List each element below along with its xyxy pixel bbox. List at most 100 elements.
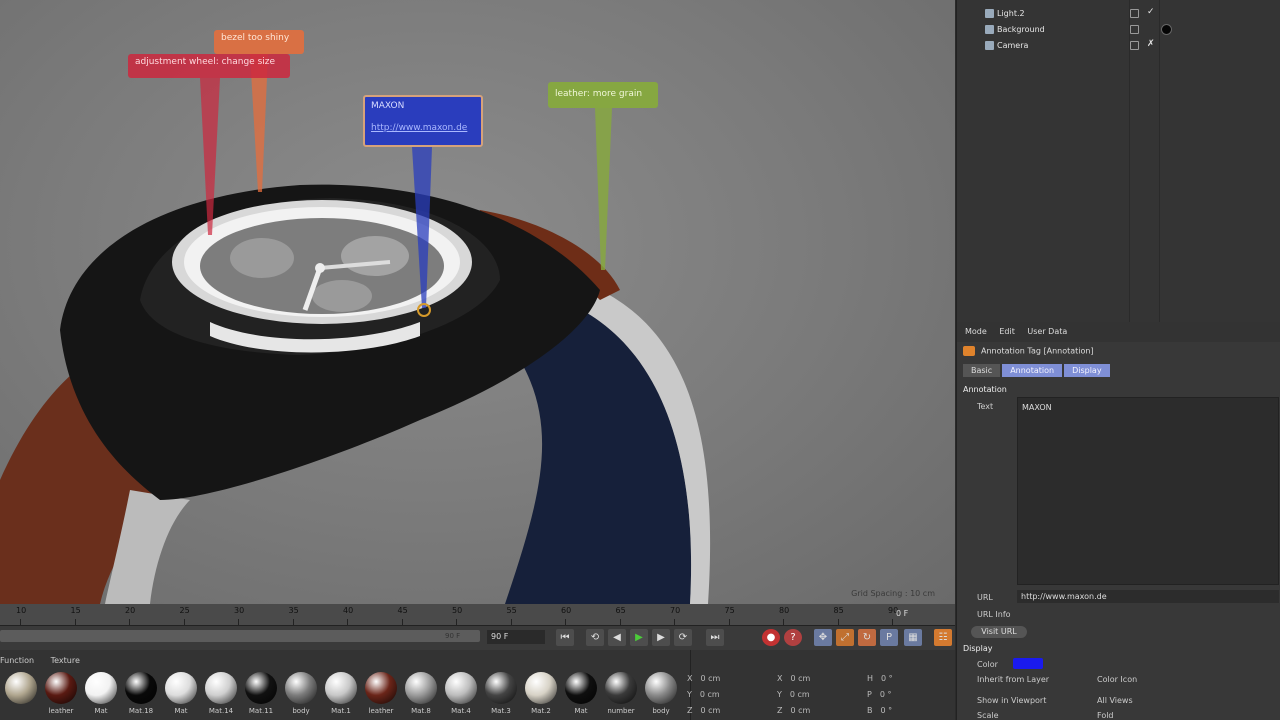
visibility-check[interactable]: ✗ bbox=[1147, 39, 1155, 49]
menu-function[interactable]: Function bbox=[0, 656, 34, 665]
annotation-adjustment-wheel[interactable]: adjustment wheel: change size bbox=[128, 54, 290, 78]
coordinate-value[interactable]: 0 cm bbox=[700, 690, 720, 699]
menu-user-data[interactable]: User Data bbox=[1027, 327, 1067, 336]
scheme-button[interactable]: ☷ bbox=[934, 629, 952, 646]
go-end-button[interactable]: ⏭ bbox=[706, 629, 724, 646]
material-swatch[interactable]: body bbox=[642, 672, 680, 720]
inherit-from-layer-label[interactable]: Inherit from Layer bbox=[977, 675, 1049, 684]
material-label: leather bbox=[48, 707, 74, 715]
material-swatch[interactable]: Mat.1 bbox=[322, 672, 360, 720]
layer-icon[interactable] bbox=[1130, 41, 1139, 50]
coordinate-field[interactable]: Y 0 cm bbox=[687, 690, 720, 699]
material-label: Mat.4 bbox=[451, 707, 471, 715]
material-swatch[interactable]: Mat.14 bbox=[202, 672, 240, 720]
menu-texture[interactable]: Texture bbox=[51, 656, 80, 665]
tab-display[interactable]: Display bbox=[1064, 364, 1110, 377]
play-button[interactable]: ▶ bbox=[630, 629, 648, 646]
coordinate-field[interactable]: B 0 ° bbox=[867, 706, 892, 715]
material-swatch[interactable]: Mat.18 bbox=[122, 672, 160, 720]
timeline-tick-label: 55 bbox=[506, 606, 517, 615]
prev-key-button[interactable]: ⟲ bbox=[586, 629, 604, 646]
key-pla-button[interactable]: ▦ bbox=[904, 629, 922, 646]
coordinate-value[interactable]: 0 cm bbox=[700, 706, 720, 715]
annotation-bezel[interactable]: bezel too shiny bbox=[214, 30, 304, 54]
object-row[interactable]: Background bbox=[957, 22, 1280, 37]
url-info-label: URL Info bbox=[977, 610, 1011, 619]
coordinate-field[interactable]: X 0 cm bbox=[687, 674, 720, 683]
material-swatch[interactable]: Mat.3 bbox=[482, 672, 520, 720]
visibility-check[interactable]: ✓ bbox=[1147, 7, 1155, 17]
material-swatch[interactable] bbox=[2, 672, 40, 720]
show-in-viewport-label[interactable]: Show in Viewport bbox=[977, 696, 1046, 705]
key-move-button[interactable]: ✥ bbox=[814, 629, 832, 646]
material-swatch[interactable]: body bbox=[282, 672, 320, 720]
material-swatch[interactable]: leather bbox=[42, 672, 80, 720]
key-param-button[interactable]: P bbox=[880, 629, 898, 646]
tab-basic[interactable]: Basic bbox=[963, 364, 1001, 377]
coordinate-value[interactable]: 0 ° bbox=[881, 674, 893, 683]
annotation-text-field[interactable]: MAXON bbox=[1017, 397, 1279, 585]
material-swatch[interactable]: Mat bbox=[162, 672, 200, 720]
coordinate-value[interactable]: 0 cm bbox=[790, 690, 810, 699]
timeline-scrubber[interactable] bbox=[0, 630, 480, 642]
current-frame-field[interactable]: 0 F bbox=[896, 609, 908, 618]
menu-edit[interactable]: Edit bbox=[999, 327, 1015, 336]
coordinate-field[interactable]: Y 0 cm bbox=[777, 690, 810, 699]
prev-frame-button[interactable]: ◀ bbox=[608, 629, 626, 646]
autokey-button[interactable]: ? bbox=[784, 629, 802, 646]
key-rotate-button[interactable]: ↻ bbox=[858, 629, 876, 646]
next-frame-button[interactable]: ▶ bbox=[652, 629, 670, 646]
tab-annotation[interactable]: Annotation bbox=[1002, 364, 1063, 377]
material-swatch[interactable]: Mat.2 bbox=[522, 672, 560, 720]
material-manager: Function Texture leather Mat Mat.18 Mat Mat.… bbox=[0, 650, 690, 720]
material-label: Mat bbox=[174, 707, 188, 715]
coordinate-value[interactable]: 0 ° bbox=[881, 706, 893, 715]
coordinate-value[interactable]: 0 cm bbox=[790, 674, 810, 683]
material-swatch[interactable]: Mat bbox=[562, 672, 600, 720]
end-frame-field[interactable]: 90 F bbox=[487, 630, 545, 644]
coordinate-field[interactable]: H 0 ° bbox=[867, 674, 893, 683]
material-preview-sphere bbox=[325, 672, 357, 704]
annotation-maxon[interactable]: MAXON http://www.maxon.de bbox=[363, 95, 483, 147]
color-swatch[interactable] bbox=[1013, 658, 1043, 669]
visit-url-button[interactable]: Visit URL bbox=[971, 626, 1027, 638]
fold-label[interactable]: Fold bbox=[1097, 711, 1114, 720]
object-row[interactable]: Camera ✗ bbox=[957, 38, 1280, 53]
go-start-button[interactable]: ⏮ bbox=[556, 629, 574, 646]
url-field[interactable]: http://www.maxon.de bbox=[1017, 590, 1279, 603]
3d-viewport[interactable]: adjustment wheel: change size bezel too … bbox=[0, 0, 955, 604]
coordinate-value[interactable]: 0 cm bbox=[790, 706, 810, 715]
timeline-tick-label: 30 bbox=[234, 606, 245, 615]
record-button[interactable]: ● bbox=[762, 629, 780, 646]
coordinate-field[interactable]: Z 0 cm bbox=[777, 706, 810, 715]
material-swatch[interactable]: Mat.8 bbox=[402, 672, 440, 720]
material-swatch[interactable]: number bbox=[602, 672, 640, 720]
object-row[interactable]: Light.2 ✓ bbox=[957, 6, 1280, 21]
object-name[interactable]: Background bbox=[997, 25, 1045, 34]
annotation-leather[interactable]: leather: more grain bbox=[548, 82, 658, 108]
key-scale-button[interactable]: ⤢ bbox=[836, 629, 854, 646]
timeline-tick bbox=[728, 619, 730, 625]
menu-mode[interactable]: Mode bbox=[965, 327, 987, 336]
coordinate-field[interactable]: Z 0 cm bbox=[687, 706, 720, 715]
timeline-ruler[interactable]: 10 15 20 25 30 35 40 45 50 55 60 65 70 75 80 85 90 bbox=[0, 604, 955, 626]
next-key-button[interactable]: ⟳ bbox=[674, 629, 692, 646]
material-swatch[interactable]: Mat bbox=[82, 672, 120, 720]
scale-label[interactable]: Scale bbox=[977, 711, 999, 720]
coordinate-value[interactable]: 0 ° bbox=[880, 690, 892, 699]
coordinate-value[interactable]: 0 cm bbox=[700, 674, 720, 683]
object-name[interactable]: Light.2 bbox=[997, 9, 1025, 18]
annotation-maxon-link[interactable]: http://www.maxon.de bbox=[371, 123, 475, 133]
material-swatch[interactable]: Mat.4 bbox=[442, 672, 480, 720]
material-swatch[interactable]: Mat.11 bbox=[242, 672, 280, 720]
coordinate-field[interactable]: X 0 cm bbox=[777, 674, 810, 683]
material-preview-sphere bbox=[365, 672, 397, 704]
material-tag-icon[interactable] bbox=[1161, 24, 1172, 35]
layer-icon[interactable] bbox=[1130, 25, 1139, 34]
layer-icon[interactable] bbox=[1130, 9, 1139, 18]
object-name[interactable]: Camera bbox=[997, 41, 1028, 50]
material-swatch[interactable]: leather bbox=[362, 672, 400, 720]
coordinate-field[interactable]: P 0 ° bbox=[867, 690, 891, 699]
all-views-label[interactable]: All Views bbox=[1097, 696, 1133, 705]
color-icon-label[interactable]: Color Icon bbox=[1097, 675, 1137, 684]
